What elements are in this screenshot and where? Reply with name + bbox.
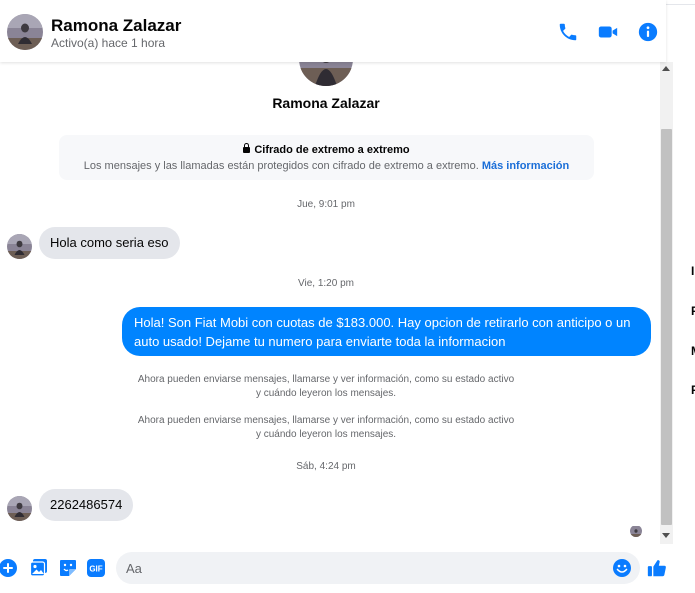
timestamp: Vie, 1:20 pm (298, 278, 354, 289)
info-icon[interactable] (637, 21, 659, 43)
sidebar-item-label[interactable]: M (691, 344, 695, 358)
encryption-notice: Cifrado de extremo a extremo Los mensaje… (59, 135, 594, 180)
scrollbar-thumb[interactable] (661, 129, 672, 525)
timestamp: Jue, 9:01 pm (297, 199, 355, 210)
message-input[interactable] (126, 552, 606, 584)
system-note-line: y cuándo leyeron los mensajes. (255, 388, 397, 399)
scrollbar[interactable] (660, 62, 673, 544)
message-input-box[interactable] (116, 552, 640, 584)
emoji-icon[interactable] (612, 558, 632, 578)
scroll-down-arrow-icon[interactable] (662, 533, 670, 538)
conversation-header: Ramona Zalazar Activo(a) hace 1 hora (0, 0, 666, 62)
sidebar-item-label[interactable]: F (691, 304, 695, 318)
contact-status: Activo(a) hace 1 hora (51, 36, 166, 50)
contact-name[interactable]: Ramona Zalazar (51, 16, 181, 36)
profile-avatar[interactable] (299, 62, 353, 86)
sender-avatar[interactable] (7, 496, 32, 521)
system-note-line: Ahora pueden enviarse mensajes, llamarse… (137, 374, 515, 385)
svg-text:GIF: GIF (89, 565, 102, 574)
sidebar-item-label[interactable]: F (691, 383, 695, 397)
seen-indicator-avatar (630, 525, 642, 537)
video-camera-icon[interactable] (597, 21, 619, 43)
system-note: Ahora pueden enviarse mensajes, llamarse… (0, 414, 652, 442)
incoming-message[interactable]: Hola como seria eso (39, 227, 180, 259)
encryption-title: Cifrado de extremo a extremo (59, 143, 594, 156)
sticker-icon[interactable] (58, 558, 78, 578)
message-composer: GIF (0, 544, 673, 593)
thumbs-up-icon[interactable] (646, 557, 668, 579)
encryption-description: Los mensajes y las llamadas están proteg… (59, 160, 594, 172)
profile-name: Ramona Zalazar (272, 95, 380, 111)
encryption-title-text: Cifrado de extremo a extremo (254, 144, 410, 156)
timestamp: Sáb, 4:24 pm (296, 461, 356, 472)
gif-icon[interactable]: GIF (86, 558, 106, 578)
more-info-link[interactable]: Más información (482, 160, 569, 172)
sidebar-item-label[interactable]: I (691, 264, 694, 278)
message-list: Ramona Zalazar Cifrado de extremo a extr… (0, 62, 660, 544)
system-note: Ahora pueden enviarse mensajes, llamarse… (0, 373, 652, 401)
contact-avatar[interactable] (7, 14, 43, 50)
system-note-line: Ahora pueden enviarse mensajes, llamarse… (137, 415, 515, 426)
incoming-message[interactable]: 2262486574 (39, 489, 134, 521)
scroll-up-arrow-icon[interactable] (662, 66, 670, 71)
system-note-line: y cuándo leyeron los mensajes. (255, 429, 397, 440)
messenger-window: Ramona Zalazar Activo(a) hace 1 hora Ram… (0, 0, 695, 593)
top-divider (666, 4, 695, 5)
image-icon[interactable] (29, 558, 49, 578)
phone-icon[interactable] (557, 21, 579, 43)
sender-avatar[interactable] (7, 234, 32, 259)
encryption-description-text: Los mensajes y las llamadas están proteg… (83, 160, 479, 172)
outgoing-message[interactable]: Hola! Son Fiat Mobi con cuotas de $183.0… (122, 307, 651, 356)
plus-icon[interactable] (0, 558, 18, 578)
lock-icon (243, 143, 251, 153)
